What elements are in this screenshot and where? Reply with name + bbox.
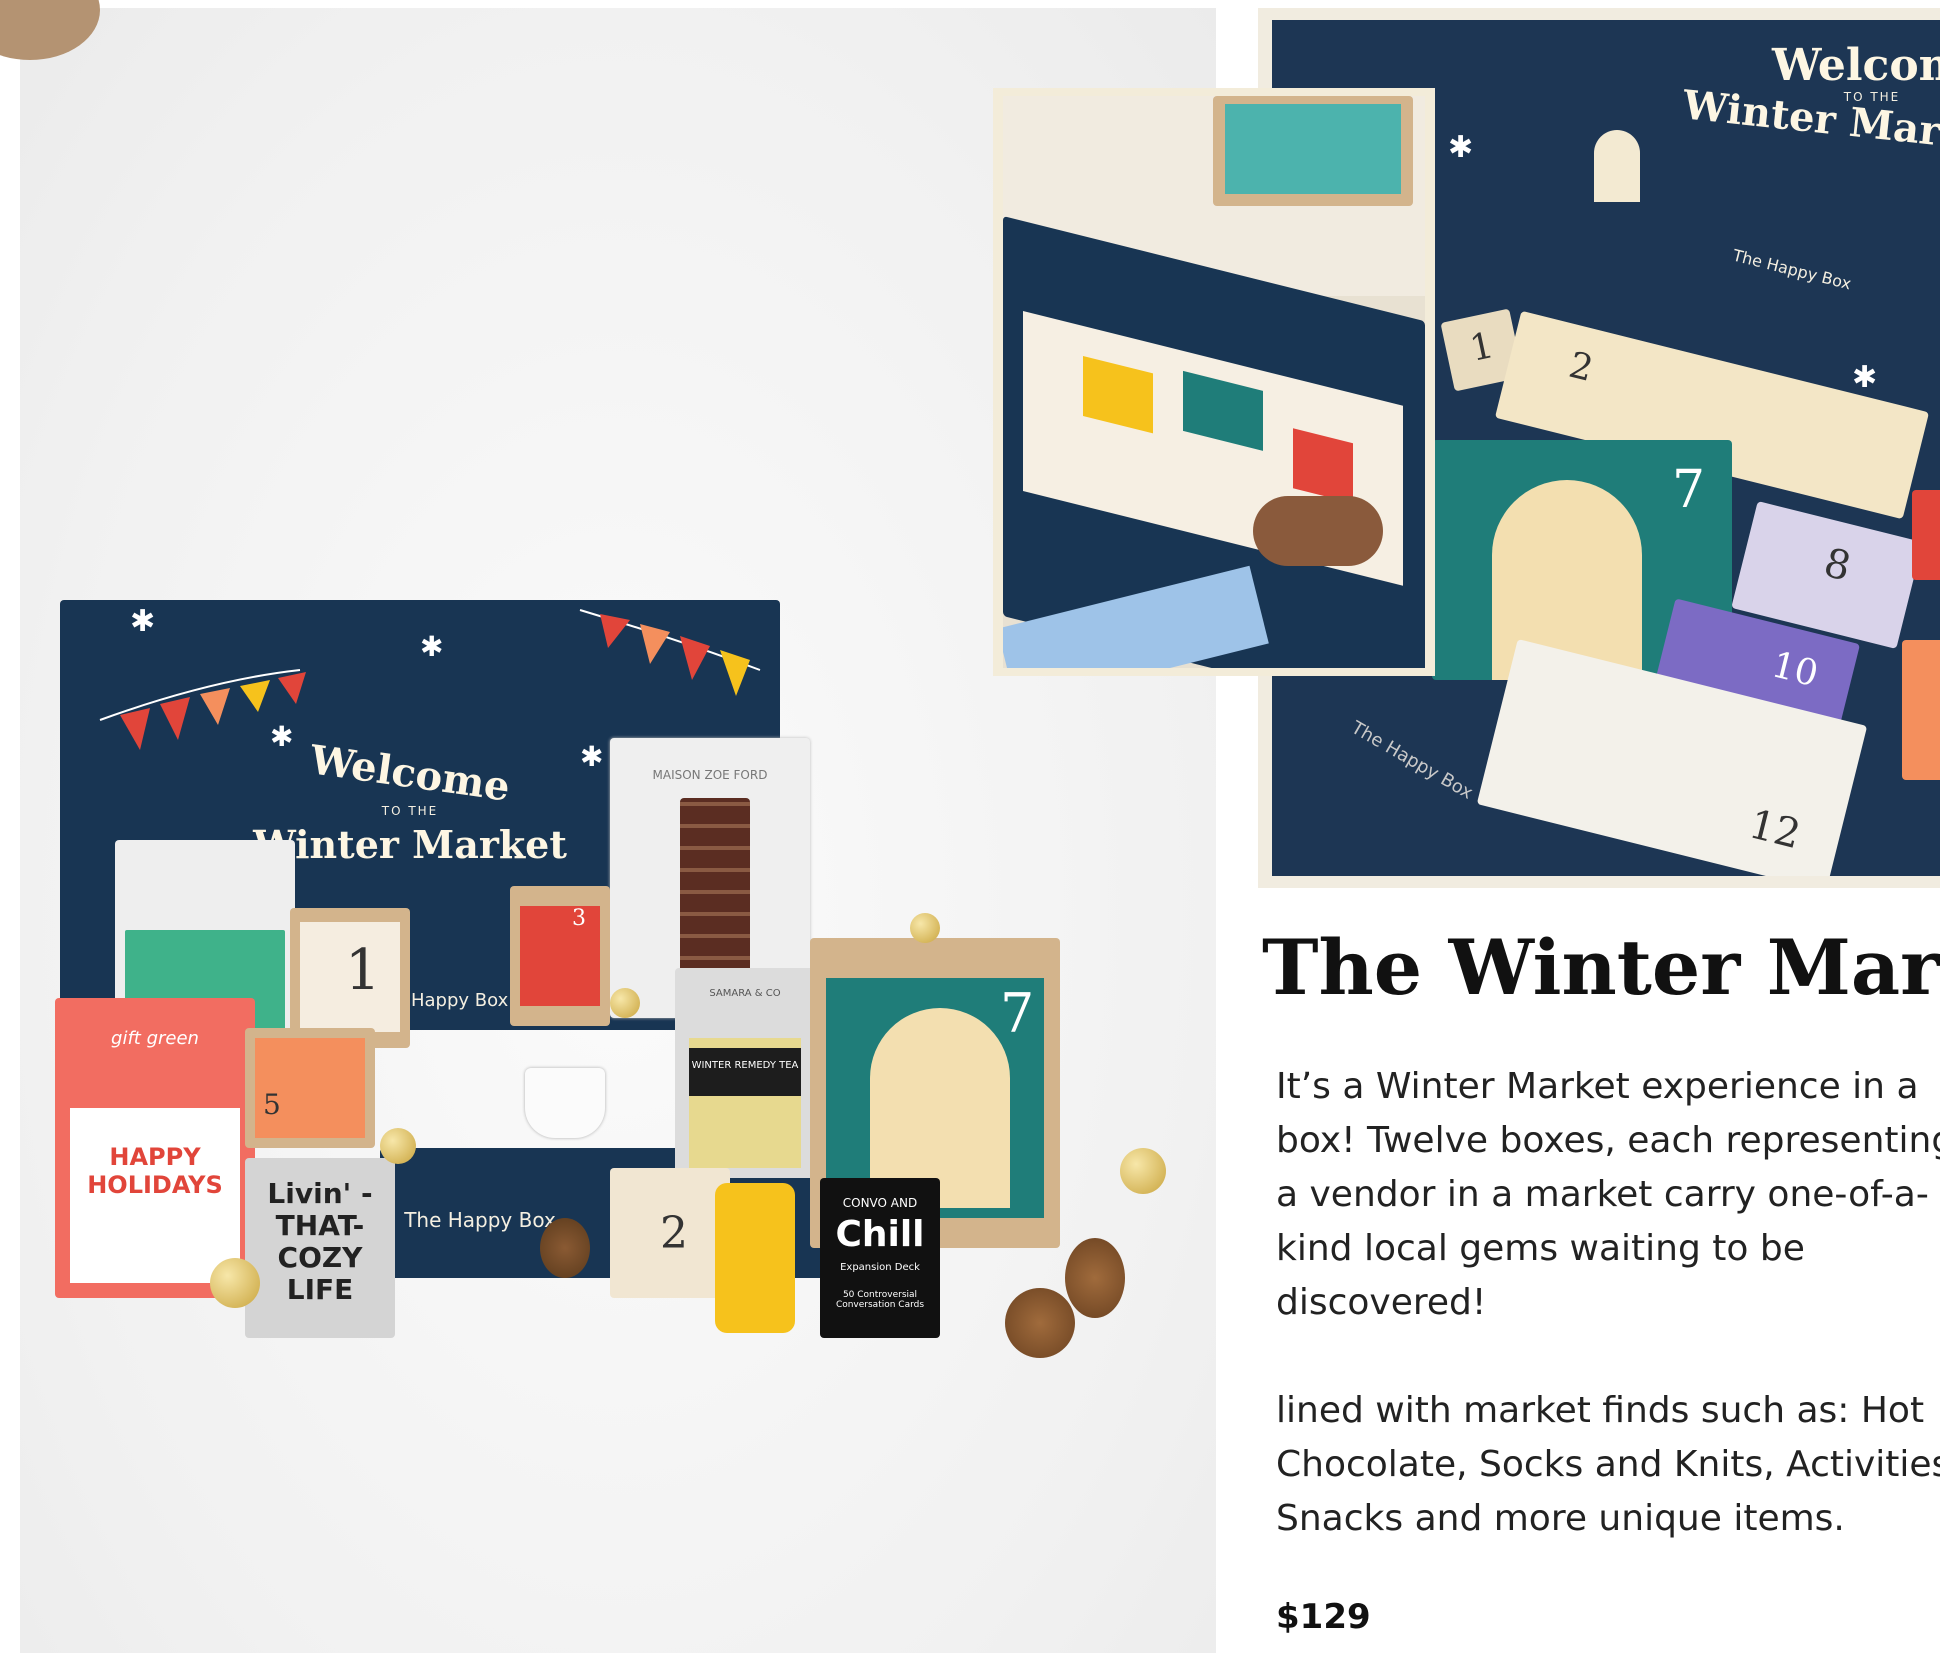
- window-icon: [1594, 130, 1640, 202]
- lid-brand-text: The Happy Box: [1730, 245, 1854, 294]
- gold-ornament: [610, 988, 640, 1018]
- box-number: 1: [345, 938, 381, 1003]
- compartment-orange: [1902, 640, 1940, 780]
- bag-brand-text: MAISON ZOE FORD: [652, 768, 768, 782]
- box-2: 2: [610, 1168, 730, 1298]
- pine-cone: [540, 1218, 590, 1278]
- happy-holidays-text: HAPPY HOLIDAYS: [87, 1143, 223, 1199]
- gold-ornament: [910, 913, 940, 943]
- inset-photo: [993, 88, 1435, 676]
- cards-bottom-text: 50 Controversial Conversation Cards: [835, 1290, 925, 1310]
- box-number: 7: [1000, 982, 1035, 1045]
- product-title: The Winter Market: [1262, 923, 1940, 1012]
- bunting-decoration: [99, 609, 761, 750]
- convo-and-chill-deck: CONVO AND Chill Expansion Deck 50 Contro…: [820, 1178, 940, 1338]
- snowflake-icon: ✱: [580, 740, 604, 773]
- box-1: 1: [290, 908, 410, 1048]
- box-number: 3: [572, 906, 586, 931]
- gold-ornament: [380, 1128, 416, 1164]
- winter-remedy-tea: SAMARA & CO WINTER REMEDY TEA: [675, 968, 815, 1178]
- compartment-red: [1912, 490, 1940, 580]
- cozy-socks: Livin' -THAT- COZY LIFE: [245, 1158, 395, 1338]
- gift-green-bag: gift green HAPPY HOLIDAYS: [55, 998, 255, 1298]
- box-number: 2: [660, 1208, 688, 1259]
- cards-name-text: Chill: [835, 1214, 925, 1255]
- box-number: 10: [1767, 644, 1823, 696]
- box-5: 5: [245, 1028, 375, 1148]
- socks-text: Livin' -THAT- COZY LIFE: [267, 1177, 373, 1306]
- tea-name-text: WINTER REMEDY TEA: [691, 1060, 799, 1071]
- gift-green-text: gift green: [111, 1028, 199, 1049]
- box-number: 1: [1466, 325, 1498, 370]
- pine-cone: [1005, 1288, 1075, 1358]
- hand: [1253, 496, 1383, 566]
- box-base-brand: The Happy Box: [404, 1208, 556, 1232]
- snowflake-icon: ✱: [130, 604, 156, 639]
- gold-ornament: [1120, 1148, 1166, 1194]
- pine-cone: [1065, 1238, 1125, 1318]
- lid-to-the-text: TO THE: [381, 804, 439, 818]
- cards-top-text: CONVO AND: [842, 1196, 918, 1210]
- box-side-brand: The Happy Box: [1347, 717, 1477, 804]
- small-gift-box: [1213, 96, 1413, 206]
- product-details: lined with market finds such as: Hot Cho…: [1276, 1390, 1940, 1539]
- inset-photo-scene: [1003, 96, 1425, 668]
- box-number: 2: [1565, 344, 1598, 391]
- product-description: It’s a Winter Market experience in a box…: [1276, 1066, 1940, 1323]
- snowflake-icon: ✱: [1852, 360, 1878, 395]
- cards-sub-text: Expansion Deck: [840, 1262, 920, 1273]
- snowflake-icon: ✱: [1448, 130, 1474, 165]
- box-number: 12: [1744, 801, 1806, 859]
- product-price: $129: [1276, 1597, 1371, 1637]
- box-number: 7: [1672, 460, 1706, 520]
- tea-brand-text: SAMARA & CO: [709, 988, 781, 999]
- snowflake-icon: ✱: [420, 630, 444, 663]
- box-number: 8: [1819, 539, 1856, 591]
- product-page: ✱ ✱ ✱ ✱ Welcome TO THE Winter Market The…: [0, 0, 1940, 1653]
- box-number: 5: [263, 1088, 281, 1121]
- box-3: 3: [510, 886, 610, 1026]
- lid-welcome-text: Welcome: [1772, 40, 1940, 91]
- gold-ornament: [210, 1258, 260, 1308]
- snowflake-icon: ✱: [270, 720, 294, 753]
- mug: [525, 1068, 605, 1138]
- yellow-spray: [715, 1183, 795, 1333]
